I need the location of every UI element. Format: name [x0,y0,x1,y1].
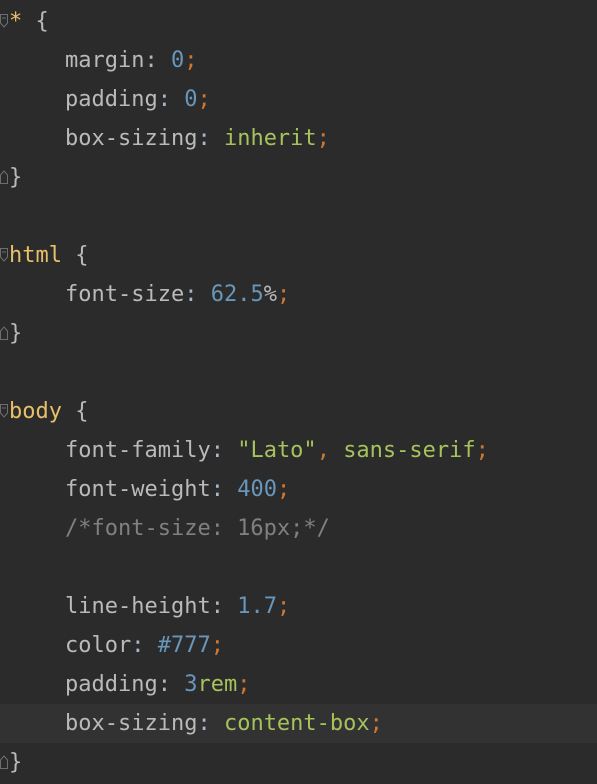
code-line[interactable]: font-size: 62.5%; [0,275,597,314]
code-line[interactable]: color: #777; [0,626,597,665]
css-selector: html [9,243,62,268]
code-line[interactable] [0,548,597,587]
css-value-unit: % [263,282,277,307]
css-property: font-weight [65,477,211,502]
close-brace: } [9,321,23,346]
code-line[interactable]: * { [0,2,597,41]
css-selector: * [9,9,23,34]
css-property: font-size [65,282,185,307]
css-property: box-sizing [65,711,198,736]
code-line[interactable]: padding: 0; [0,80,597,119]
code-line[interactable]: font-family: "Lato", sans-serif; [0,431,597,470]
fold-collapse-icon[interactable] [0,404,8,418]
code-line[interactable]: body { [0,392,597,431]
css-property: font-family [65,438,211,463]
code-line[interactable] [0,353,597,392]
code-line[interactable]: } [0,743,597,782]
css-comment: /*font-size: 16px;*/ [65,516,330,541]
css-value-number: 62.5 [210,282,264,307]
open-brace: { [75,243,89,268]
css-value-number: 3 [184,672,198,697]
code-editor[interactable]: * { margin: 0; padding: 0; box-sizing: i… [0,0,597,784]
css-value-string: "Lato" [237,438,317,463]
css-value: 0 [184,87,198,112]
code-line[interactable]: } [0,158,597,197]
code-line[interactable]: html { [0,236,597,275]
code-line[interactable]: } [0,314,597,353]
code-line[interactable]: margin: 0; [0,41,597,80]
fold-end-icon[interactable] [0,170,8,184]
css-property: margin [65,48,145,73]
css-property: padding [65,672,158,697]
css-property: padding [65,87,158,112]
css-value-unit: rem [197,672,238,697]
fold-collapse-icon[interactable] [0,248,8,262]
css-value: content-box [223,711,370,736]
code-line[interactable]: padding: 3rem; [0,665,597,704]
css-property: color [65,633,132,658]
code-line-current[interactable]: box-sizing: content-box; [0,704,597,743]
fold-end-icon[interactable] [0,755,8,769]
close-brace: } [9,165,23,190]
css-value: 0 [170,48,185,73]
css-value: inherit [223,126,317,151]
code-line[interactable]: line-height: 1.7; [0,587,597,626]
open-brace: { [35,9,49,34]
fold-collapse-icon[interactable] [0,14,8,28]
fold-end-icon[interactable] [0,326,8,340]
code-line[interactable]: box-sizing: inherit; [0,119,597,158]
css-property: line-height [65,594,211,619]
css-value-color: #777 [157,633,211,658]
css-value: sans-serif [343,438,476,463]
open-brace: { [75,399,89,424]
code-line[interactable]: font-weight: 400; [0,470,597,509]
close-brace: } [9,750,23,775]
css-selector: body [9,399,62,424]
css-property: box-sizing [65,126,198,151]
css-value: 400 [237,477,277,502]
code-line[interactable] [0,197,597,236]
code-line[interactable]: /*font-size: 16px;*/ [0,509,597,548]
css-value: 1.7 [237,594,277,619]
